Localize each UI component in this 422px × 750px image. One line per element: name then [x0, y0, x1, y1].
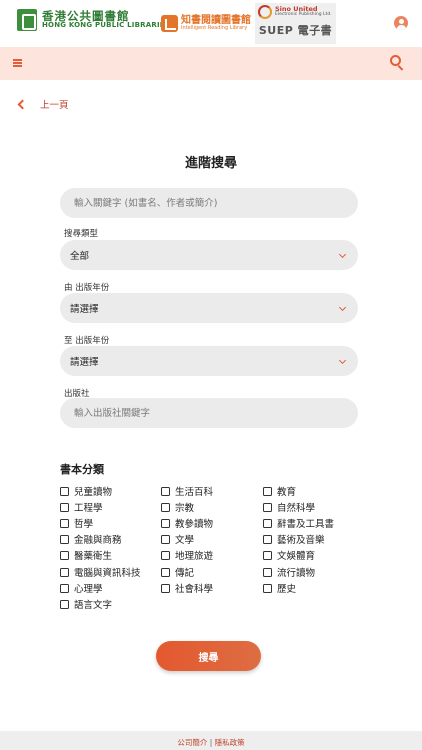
top-logo-bar: 香港公共圖書館 HONG KONG PUBLIC LIBRARIES 知書閱讀圖… [0, 0, 422, 47]
checkbox[interactable] [263, 567, 272, 577]
about-link[interactable]: 公司簡介 [177, 738, 207, 747]
search-icon[interactable] [390, 55, 405, 71]
hkpl-logo-mark [17, 9, 37, 31]
year-from-label: 由 出版年份 [64, 283, 110, 293]
search-type-label: 搜尋類型 [64, 229, 99, 239]
category-checkbox[interactable]: 社會科學 [161, 581, 213, 595]
checkbox[interactable] [161, 534, 170, 544]
user-avatar-icon[interactable] [394, 16, 408, 30]
category-checkbox[interactable]: 教育 [263, 484, 296, 498]
publisher-input[interactable] [60, 398, 358, 428]
nav-bar [0, 47, 422, 80]
checkbox[interactable] [263, 534, 272, 544]
checkbox[interactable] [60, 599, 69, 609]
category-checkbox[interactable]: 電腦與資訊科技 [60, 565, 141, 579]
suep-logo[interactable]: Sino United Electronic Publishing Ltd. S… [255, 3, 336, 44]
category-checkbox[interactable]: 心理學 [60, 581, 103, 595]
back-link[interactable]: 上一頁 [17, 97, 69, 111]
search-type-select[interactable]: 全部 [60, 240, 358, 270]
chevron-left-icon [17, 99, 28, 109]
year-from-value: 請選擇 [70, 304, 99, 315]
checkbox[interactable] [60, 550, 69, 560]
checkbox[interactable] [60, 502, 69, 512]
category-checkbox[interactable]: 教參讀物 [161, 516, 213, 530]
privacy-link[interactable]: 隱私政策 [215, 738, 245, 747]
checkbox[interactable] [60, 567, 69, 577]
chevron-down-icon [338, 303, 347, 312]
checkbox[interactable] [161, 567, 170, 577]
category-checkbox[interactable]: 金融與商務 [60, 532, 122, 546]
chevron-down-icon [338, 250, 347, 259]
category-checkbox[interactable]: 自然科學 [263, 500, 315, 514]
year-to-value: 請選擇 [70, 357, 99, 368]
checkbox[interactable] [161, 486, 170, 496]
suep-name: SUEP 電子書 [258, 24, 333, 37]
partner-logo-en: Intelligent Reading Library [181, 25, 248, 32]
checkbox[interactable] [263, 518, 272, 528]
category-checkbox[interactable]: 地理旅遊 [161, 548, 213, 562]
checkbox[interactable] [263, 502, 272, 512]
footer: 公司簡介 | 隱私政策 [0, 731, 422, 750]
suep-company-sub: Electronic Publishing Ltd. [275, 12, 332, 18]
year-from-select[interactable]: 請選擇 [60, 293, 358, 323]
search-type-value: 全部 [70, 251, 90, 262]
category-checkbox[interactable]: 兒童讀物 [60, 484, 112, 498]
search-button[interactable]: 搜尋 [156, 641, 261, 671]
chevron-down-icon [338, 356, 347, 365]
checkbox[interactable] [263, 486, 272, 496]
category-checkbox[interactable]: 哲學 [60, 516, 93, 530]
category-checkbox[interactable]: 工程學 [60, 500, 103, 514]
checkbox[interactable] [60, 534, 69, 544]
checkbox[interactable] [263, 550, 272, 560]
category-checkbox[interactable]: 文學 [161, 532, 194, 546]
category-checkbox[interactable]: 歷史 [263, 581, 296, 595]
year-to-select[interactable]: 請選擇 [60, 346, 358, 376]
footer-separator: | [209, 738, 213, 747]
category-checkbox[interactable]: 流行讀物 [263, 565, 315, 579]
category-section-title: 書本分類 [60, 463, 104, 476]
category-checkbox[interactable]: 辭書及工具書 [263, 516, 334, 530]
partner-library-logo[interactable]: 知書閱讀圖書館 Intelligent Reading Library [161, 15, 251, 32]
checkbox[interactable] [161, 518, 170, 528]
year-to-label: 至 出版年份 [64, 336, 110, 346]
category-checkbox[interactable]: 藝術及音樂 [263, 532, 325, 546]
category-checkbox[interactable]: 生活百科 [161, 484, 213, 498]
checkbox[interactable] [263, 583, 272, 593]
category-checkbox[interactable]: 文娛體育 [263, 548, 315, 562]
hamburger-menu-icon[interactable] [13, 59, 22, 67]
hkpl-logo[interactable]: 香港公共圖書館 HONG KONG PUBLIC LIBRARIES [17, 9, 170, 31]
category-checkbox[interactable]: 語言文字 [60, 597, 112, 611]
checkbox[interactable] [60, 518, 69, 528]
keyword-search-input[interactable] [60, 188, 358, 218]
suep-swirl-icon [258, 5, 272, 19]
category-checkbox[interactable]: 醫藥衛生 [60, 548, 112, 562]
category-checkbox[interactable]: 傳記 [161, 565, 194, 579]
partner-logo-mark [161, 15, 178, 32]
checkbox[interactable] [161, 502, 170, 512]
hkpl-logo-en: HONG KONG PUBLIC LIBRARIES [42, 21, 170, 30]
checkbox[interactable] [161, 550, 170, 560]
page-title: 進階搜尋 [184, 156, 237, 171]
back-label: 上一頁 [40, 100, 69, 111]
checkbox[interactable] [60, 583, 69, 593]
checkbox[interactable] [60, 486, 69, 496]
checkbox[interactable] [161, 583, 170, 593]
category-checkbox[interactable]: 宗教 [161, 500, 194, 514]
